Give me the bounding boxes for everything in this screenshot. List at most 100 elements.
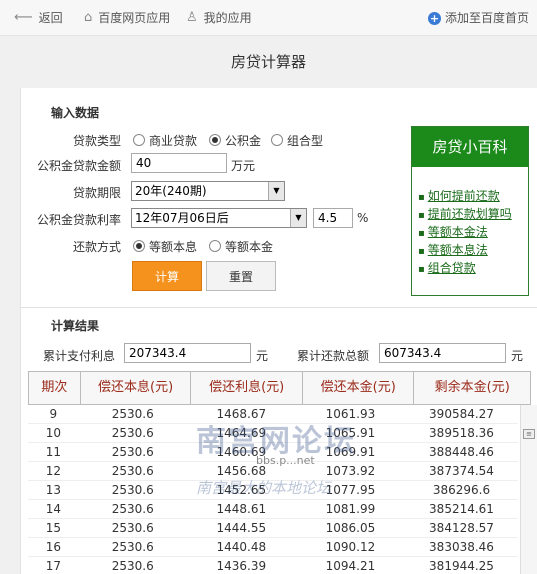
cell-interest: 1444.55 [216, 521, 267, 535]
cell-period: 13 [45, 483, 61, 497]
top-nav-bar: ⟵ 返回 ⌂ 百度网页应用 ♙ 我的应用 + 添加至百度首页 [0, 0, 537, 36]
cell-interest: 1448.61 [216, 502, 267, 516]
cell-period: 14 [45, 502, 61, 516]
method-label: 还款方式 [72, 240, 121, 254]
interest-label: 累计支付利息 [42, 349, 115, 363]
radio-dot [209, 240, 221, 252]
scroll-grip-icon[interactable]: ≡ [523, 429, 535, 439]
radio-equal-principal[interactable]: 等额本金 [209, 238, 273, 254]
table-row: 10 2530.6 1464.69 1065.91 389518.36 [28, 424, 518, 443]
rate-input[interactable]: 4.5 [313, 208, 353, 228]
cell-interest: 1452.65 [216, 483, 267, 497]
web-apps-link[interactable]: ⌂ 百度网页应用 [84, 0, 170, 36]
cell-principal: 1081.99 [325, 502, 376, 516]
radio-combined-loan[interactable]: 组合型 [271, 132, 323, 148]
cell-interest: 1460.69 [216, 445, 267, 459]
cell-principal: 1061.93 [325, 407, 376, 421]
cell-payment: 2530.6 [111, 483, 154, 497]
wiki-link-prepay[interactable]: 如何提前还款 [418, 187, 528, 205]
cell-payment: 2530.6 [111, 559, 154, 573]
radio-commercial-loan[interactable]: 商业贷款 [133, 132, 197, 148]
cell-period: 10 [45, 426, 61, 440]
total-label: 累计还款总额 [296, 349, 369, 363]
my-apps-link[interactable]: ♙ 我的应用 [186, 0, 252, 36]
cell-remaining: 384128.57 [429, 521, 494, 535]
table-row: 17 2530.6 1436.39 1094.21 381944.25 [28, 557, 518, 574]
radio-provident-label: 公积金 [225, 133, 262, 148]
cell-payment: 2530.6 [111, 464, 154, 478]
radio-combined-label: 组合型 [287, 133, 324, 148]
term-value: 20年(240期) [135, 184, 207, 198]
table-row: 12 2530.6 1456.68 1073.92 387374.54 [28, 462, 518, 481]
web-apps-label: 百度网页应用 [98, 11, 171, 25]
wiki-link-prepay-worth[interactable]: 提前还款划算吗 [418, 205, 528, 223]
col-header-payment: 偿还本息(元) [81, 372, 192, 404]
cell-principal: 1077.95 [325, 483, 376, 497]
cell-payment: 2530.6 [111, 502, 154, 516]
amount-input[interactable]: 40 [131, 153, 227, 173]
section-divider [21, 307, 537, 308]
back-label: 返回 [38, 11, 63, 25]
radio-equal-principal-label: 等额本金 [225, 239, 274, 254]
cell-remaining: 387374.54 [429, 464, 494, 478]
cell-interest: 1436.39 [216, 559, 267, 573]
radio-equal-installment-label: 等额本息 [149, 239, 198, 254]
term-select[interactable]: 20年(240期) ▼ [131, 181, 285, 201]
cell-payment: 2530.6 [111, 407, 154, 421]
plus-circle-icon: + [427, 11, 441, 25]
table-row: 15 2530.6 1444.55 1086.05 384128.57 [28, 519, 518, 538]
wiki-link-equal-installment[interactable]: 等额本息法 [418, 241, 528, 259]
cell-payment: 2530.6 [111, 445, 154, 459]
wiki-title: 房贷小百科 [412, 127, 528, 167]
radio-provident-fund[interactable]: 公积金 [209, 132, 261, 148]
cell-period: 17 [45, 559, 61, 573]
cell-remaining: 386296.6 [432, 483, 491, 497]
dropdown-arrow-icon: ▼ [268, 182, 284, 200]
cell-principal: 1086.05 [325, 521, 376, 535]
cell-remaining: 390584.27 [429, 407, 494, 421]
dropdown-arrow-icon: ▼ [290, 209, 306, 227]
radio-equal-installment[interactable]: 等额本息 [133, 238, 197, 254]
input-section-title: 输入数据 [51, 106, 100, 120]
total-unit: 元 [511, 349, 524, 363]
amount-unit: 万元 [231, 159, 256, 173]
term-label: 贷款期限 [72, 186, 121, 200]
cell-principal: 1094.21 [325, 559, 376, 573]
wiki-link-combined-loan[interactable]: 组合贷款 [418, 259, 528, 277]
cell-remaining: 389518.36 [429, 426, 494, 440]
cell-remaining: 388448.46 [429, 445, 494, 459]
radio-commercial-label: 商业贷款 [149, 133, 198, 148]
table-row: 16 2530.6 1440.48 1090.12 383038.46 [28, 538, 518, 557]
reset-button[interactable]: 重置 [206, 261, 276, 291]
cell-principal: 1065.91 [325, 426, 376, 440]
table-row: 14 2530.6 1448.61 1081.99 385214.61 [28, 500, 518, 519]
cell-period: 11 [45, 445, 61, 459]
table-scrollbar[interactable]: ≡ [520, 405, 537, 574]
home-icon: ⌂ [84, 10, 93, 25]
cell-period: 16 [45, 540, 61, 554]
interest-unit: 元 [256, 349, 269, 363]
cell-principal: 1090.12 [325, 540, 376, 554]
radio-dot [271, 134, 283, 146]
cell-payment: 2530.6 [111, 521, 154, 535]
interest-field[interactable]: 207343.4 [124, 343, 251, 363]
rate-date-select[interactable]: 12年07月06日后 ▼ [131, 208, 307, 228]
cell-payment: 2530.6 [111, 426, 154, 440]
total-field[interactable]: 607343.4 [379, 343, 506, 363]
back-link[interactable]: ⟵ 返回 [14, 0, 63, 36]
cell-interest: 1440.48 [216, 540, 267, 554]
loan-type-label: 贷款类型 [72, 134, 121, 148]
table-row: 13 2530.6 1452.65 1077.95 386296.6 [28, 481, 518, 500]
cell-period: 12 [45, 464, 61, 478]
cell-principal: 1073.92 [325, 464, 376, 478]
col-header-principal: 偿还本金(元) [303, 372, 415, 404]
rate-date-value: 12年07月06日后 [135, 211, 229, 225]
mortgage-wiki-box: 房贷小百科 如何提前还款 提前还款划算吗 等额本金法 等额本息法 组合贷款 [411, 126, 529, 296]
wiki-link-list: 如何提前还款 提前还款划算吗 等额本金法 等额本息法 组合贷款 [412, 167, 528, 277]
add-to-homepage-link[interactable]: + 添加至百度首页 [427, 0, 529, 36]
calculate-button[interactable]: 计算 [132, 261, 202, 291]
radio-dot [133, 134, 145, 146]
amount-label: 公积金贷款金额 [36, 159, 121, 173]
wiki-link-equal-principal[interactable]: 等额本金法 [418, 223, 528, 241]
user-icon: ♙ [186, 10, 198, 25]
